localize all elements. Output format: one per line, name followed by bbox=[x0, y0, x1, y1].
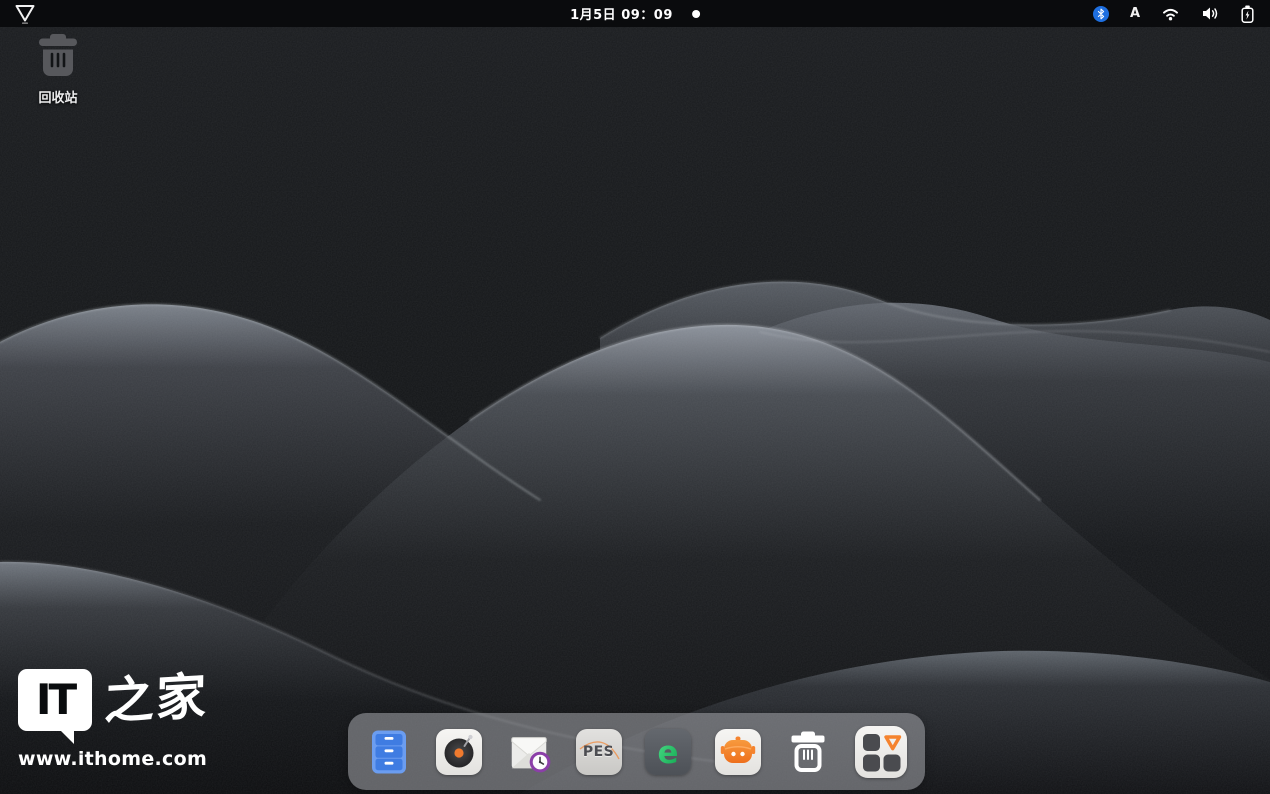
bluetooth-icon[interactable] bbox=[1093, 6, 1109, 22]
envelope-clock-icon bbox=[506, 729, 552, 775]
svg-text:e: e bbox=[658, 735, 679, 771]
dock-item-app-launcher[interactable] bbox=[855, 726, 907, 778]
dock-item-trash[interactable] bbox=[785, 729, 831, 775]
dock-item-ai-assistant[interactable] bbox=[715, 729, 761, 775]
speech-bubble-tail bbox=[59, 729, 74, 744]
system-tray: A bbox=[1093, 5, 1254, 23]
recycle-bin-label: 回收站 bbox=[38, 87, 77, 106]
vinyl-record-icon bbox=[436, 729, 482, 775]
green-e-icon: e bbox=[645, 729, 691, 775]
dock-item-file-manager[interactable] bbox=[366, 729, 412, 775]
ithome-logo-cn: 之家 bbox=[104, 666, 209, 732]
volume-icon[interactable] bbox=[1201, 6, 1220, 21]
trash-icon bbox=[32, 30, 84, 82]
battery-charging-icon[interactable] bbox=[1241, 5, 1254, 23]
clock[interactable]: 1月5日 09：09 bbox=[570, 4, 673, 23]
ithome-logo: IT bbox=[18, 669, 92, 731]
grid-triangle-icon bbox=[855, 726, 907, 778]
ithome-url: www.ithome.com bbox=[18, 748, 208, 770]
input-method-indicator[interactable]: A bbox=[1130, 6, 1140, 21]
desktop-recycle-bin[interactable]: 回收站 bbox=[18, 30, 98, 106]
dock-item-browser[interactable]: e bbox=[645, 729, 691, 775]
ithome-watermark: IT 之家 www.ithome.com bbox=[18, 669, 208, 770]
desktop-screen: 1月5日 09：09 A bbox=[0, 0, 1270, 794]
wifi-icon[interactable] bbox=[1161, 6, 1180, 21]
trash-icon bbox=[786, 730, 830, 774]
file-cabinet-icon bbox=[369, 729, 409, 775]
dock-item-mail[interactable] bbox=[506, 729, 552, 775]
pes-label: PES bbox=[583, 744, 614, 760]
dock: PES e bbox=[348, 713, 925, 790]
robot-icon bbox=[715, 729, 761, 775]
dock-item-music-player[interactable] bbox=[436, 729, 482, 775]
menu-bar: 1月5日 09：09 A bbox=[0, 0, 1270, 27]
dock-item-pes[interactable]: PES bbox=[576, 729, 622, 775]
system-menu[interactable] bbox=[13, 3, 37, 25]
openkylin-logo-icon bbox=[13, 3, 37, 25]
recording-indicator-dot bbox=[692, 10, 700, 18]
ithome-logo-text: IT bbox=[36, 679, 74, 721]
